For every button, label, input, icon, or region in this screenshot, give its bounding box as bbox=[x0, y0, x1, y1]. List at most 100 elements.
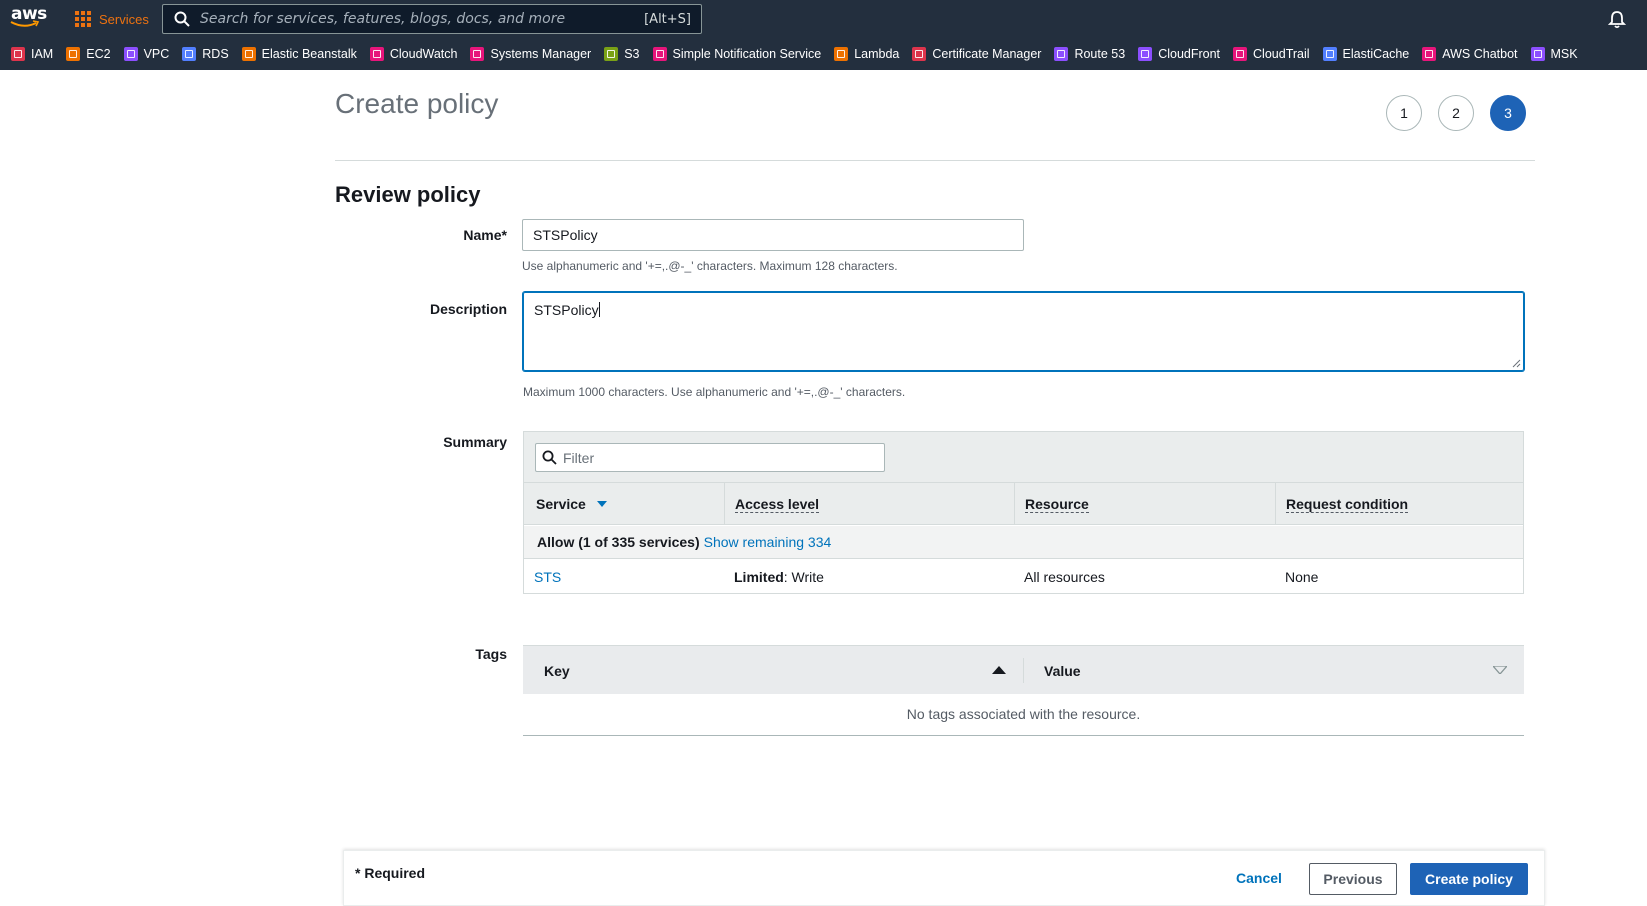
step-1-indicator: 1 bbox=[1386, 95, 1422, 131]
favorite-label: EC2 bbox=[86, 47, 111, 61]
search-shortcut: [Alt+S] bbox=[644, 11, 691, 27]
required-note: * Required bbox=[355, 865, 426, 881]
sort-up-icon[interactable] bbox=[992, 666, 1006, 674]
favorite-label: VPC bbox=[143, 47, 170, 61]
tags-header-row: Key Value bbox=[523, 645, 1524, 694]
column-value[interactable]: Value bbox=[1044, 646, 1444, 695]
service-icon bbox=[1138, 47, 1153, 61]
search-icon bbox=[542, 450, 557, 465]
service-icon bbox=[470, 47, 485, 61]
favorite-simple-notification-service[interactable]: Simple Notification Service bbox=[652, 47, 822, 61]
favorite-label: CloudWatch bbox=[389, 47, 458, 61]
favorite-s3[interactable]: S3 bbox=[604, 47, 640, 61]
tags-table: Key Value No tags associated with the re… bbox=[523, 645, 1524, 736]
name-field[interactable]: STSPolicy bbox=[522, 219, 1024, 251]
service-icon bbox=[1422, 47, 1437, 61]
favorite-label: ElastiCache bbox=[1342, 47, 1410, 61]
resource-cell: All resources bbox=[1024, 569, 1105, 585]
description-hint: Maximum 1000 characters. Use alphanumeri… bbox=[523, 385, 906, 399]
favorite-label: S3 bbox=[624, 47, 640, 61]
service-icon bbox=[11, 47, 25, 61]
top-navigation: aws Services Search for services, featur… bbox=[0, 0, 1647, 38]
service-icon bbox=[241, 47, 256, 61]
summary-table: Filter Service Access level Resource Req… bbox=[523, 431, 1524, 594]
previous-button[interactable]: Previous bbox=[1309, 863, 1397, 895]
column-resource[interactable]: Resource bbox=[1014, 483, 1275, 525]
service-icon bbox=[1322, 47, 1337, 61]
grid-icon bbox=[75, 11, 91, 27]
column-service[interactable]: Service bbox=[526, 483, 716, 525]
favorite-cloudtrail[interactable]: CloudTrail bbox=[1233, 47, 1310, 61]
section-title: Review policy bbox=[335, 182, 481, 207]
favorite-aws-chatbot[interactable]: AWS Chatbot bbox=[1422, 47, 1518, 61]
search-placeholder: Search for services, features, blogs, do… bbox=[200, 11, 566, 27]
favorite-label: Systems Manager bbox=[490, 47, 592, 61]
favorite-lambda[interactable]: Lambda bbox=[834, 47, 899, 61]
favorite-certificate-manager[interactable]: Certificate Manager bbox=[912, 47, 1041, 61]
favorite-cloudfront[interactable]: CloudFront bbox=[1138, 47, 1220, 61]
tags-label: Tags bbox=[475, 646, 507, 662]
chevron-down-icon[interactable] bbox=[1493, 666, 1507, 674]
bell-icon[interactable] bbox=[1608, 10, 1626, 29]
favorite-label: Simple Notification Service bbox=[672, 47, 822, 61]
sort-down-icon bbox=[596, 501, 607, 507]
column-request-condition[interactable]: Request condition bbox=[1275, 483, 1523, 525]
filter-input[interactable]: Filter bbox=[535, 443, 885, 472]
footer-bar: * Required Cancel Previous Create policy bbox=[343, 850, 1545, 906]
favorite-msk[interactable]: MSK bbox=[1530, 47, 1578, 61]
description-textarea[interactable]: STSPolicy bbox=[523, 292, 1524, 371]
name-label: Name* bbox=[463, 227, 507, 243]
favorite-ec2[interactable]: EC2 bbox=[66, 47, 111, 61]
filter-placeholder: Filter bbox=[563, 449, 595, 466]
column-access-level[interactable]: Access level bbox=[724, 483, 1014, 525]
create-policy-button[interactable]: Create policy bbox=[1410, 863, 1528, 895]
table-row: STS Limited: Write All resources None bbox=[524, 560, 1523, 594]
service-icon bbox=[369, 47, 384, 61]
tags-empty-message: No tags associated with the resource. bbox=[906, 706, 1141, 722]
search-icon bbox=[174, 11, 190, 27]
favorite-elastic-beanstalk[interactable]: Elastic Beanstalk bbox=[241, 47, 357, 61]
favorite-route-53[interactable]: Route 53 bbox=[1054, 47, 1125, 61]
service-icon bbox=[1530, 47, 1545, 61]
column-key[interactable]: Key bbox=[544, 646, 1004, 695]
service-icon bbox=[123, 47, 138, 61]
service-link[interactable]: STS bbox=[534, 569, 561, 585]
divider bbox=[335, 160, 1535, 161]
favorite-rds[interactable]: RDS bbox=[182, 47, 229, 61]
summary-filter-bar: Filter bbox=[524, 432, 1523, 483]
search-input[interactable]: Search for services, features, blogs, do… bbox=[162, 4, 702, 34]
favorite-iam[interactable]: IAM bbox=[11, 47, 53, 61]
service-icon bbox=[1233, 47, 1248, 61]
service-icon bbox=[66, 47, 81, 61]
cancel-button[interactable]: Cancel bbox=[1236, 863, 1282, 893]
services-label: Services bbox=[99, 11, 149, 27]
step-3-indicator: 3 bbox=[1490, 95, 1526, 131]
favorite-label: CloudFront bbox=[1158, 47, 1221, 61]
allow-count: Allow (1 of 335 services) bbox=[537, 534, 700, 550]
favorite-vpc[interactable]: VPC bbox=[123, 47, 170, 61]
service-icon bbox=[834, 47, 849, 61]
resize-handle-icon[interactable] bbox=[1512, 359, 1521, 368]
step-2-indicator: 2 bbox=[1438, 95, 1474, 131]
service-icon bbox=[912, 47, 927, 61]
name-hint: Use alphanumeric and '+=,.@-_' character… bbox=[522, 259, 898, 273]
column-divider bbox=[1023, 658, 1024, 683]
favorite-label: IAM bbox=[31, 47, 54, 61]
show-remaining-link[interactable]: Show remaining 334 bbox=[704, 534, 832, 550]
favorite-systems-manager[interactable]: Systems Manager bbox=[470, 47, 591, 61]
summary-header-row: Service Access level Resource Request co… bbox=[524, 483, 1523, 525]
summary-label: Summary bbox=[443, 434, 507, 450]
favorites-bar: IAM EC2 VPC RDS Elastic Beanstalk CloudWatch S… bbox=[0, 38, 1647, 70]
favorite-label: Lambda bbox=[854, 47, 900, 61]
favorite-label: AWS Chatbot bbox=[1442, 47, 1518, 61]
services-menu-button[interactable]: Services bbox=[75, 10, 149, 28]
condition-cell: None bbox=[1285, 569, 1319, 585]
page-title: Create policy bbox=[335, 88, 499, 119]
favorite-label: MSK bbox=[1550, 47, 1578, 61]
favorite-elasticache[interactable]: ElastiCache bbox=[1322, 47, 1410, 61]
service-icon bbox=[1054, 47, 1069, 61]
text-cursor bbox=[598, 302, 600, 317]
favorite-cloudwatch[interactable]: CloudWatch bbox=[369, 47, 458, 61]
aws-logo[interactable]: aws bbox=[10, 4, 47, 32]
favorite-label: CloudTrail bbox=[1253, 47, 1310, 61]
